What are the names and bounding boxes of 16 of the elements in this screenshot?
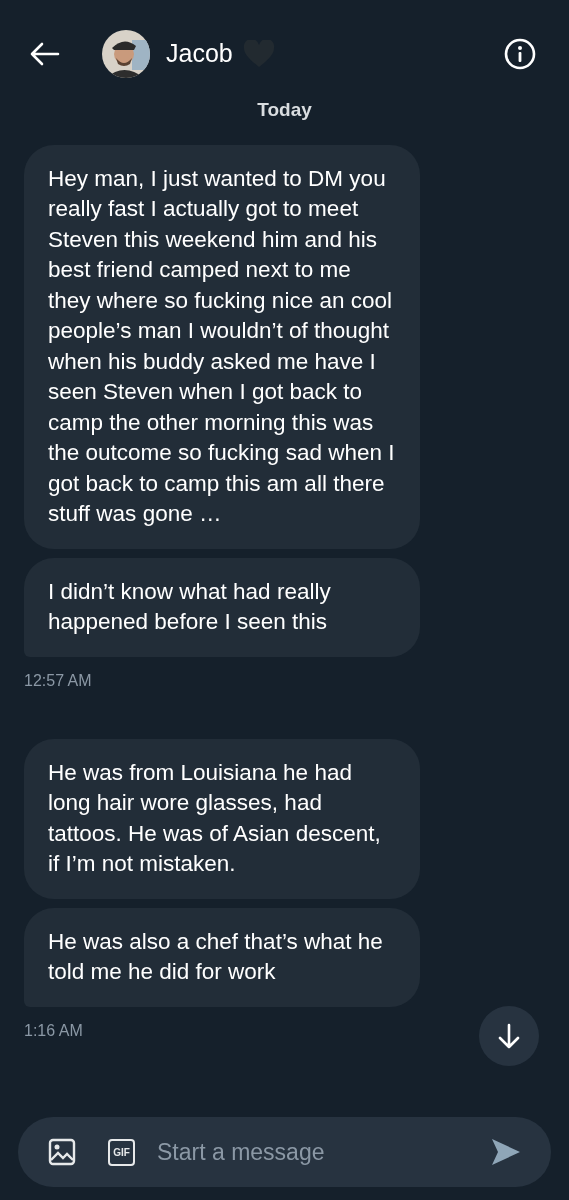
- message-bubble: Hey man, I just wanted to DM you really fast I actually got to meet Steven this weekend him and his best friend camped next to me they where so fucking nice an cool people’s man I wouldn’t of thought when his buddy asked me have I seen Steven when I got back to camp the other morning this was the outcome so fucking sad when I got back to camp this am all there stuff was gone …: [24, 144, 420, 549]
- send-icon[interactable]: [491, 1138, 521, 1166]
- contact-name: Jacob: [166, 38, 233, 70]
- message-bubble: He was also a chef that’s what he told me he did for work: [24, 907, 420, 1007]
- timestamp: 1:16 AM: [24, 1020, 83, 1041]
- info-icon[interactable]: [504, 38, 536, 70]
- gif-button[interactable]: GIF: [108, 1138, 135, 1166]
- image-icon[interactable]: [48, 1138, 76, 1166]
- date-divider: Today: [257, 98, 312, 122]
- message-bubble: He was from Louisiana he had long hair wore glasses, had tattoos. He was of Asian descent, if I’m not mistaken.: [24, 738, 420, 899]
- timestamp: 12:57 AM: [24, 670, 92, 691]
- back-icon[interactable]: [30, 42, 60, 66]
- message-input[interactable]: Start a message: [157, 1134, 491, 1170]
- arrow-down-icon: [497, 1023, 521, 1049]
- message-composer[interactable]: GIF Start a message: [18, 1117, 551, 1187]
- message-bubble: I didn’t know what had really happened before I seen this: [24, 557, 420, 657]
